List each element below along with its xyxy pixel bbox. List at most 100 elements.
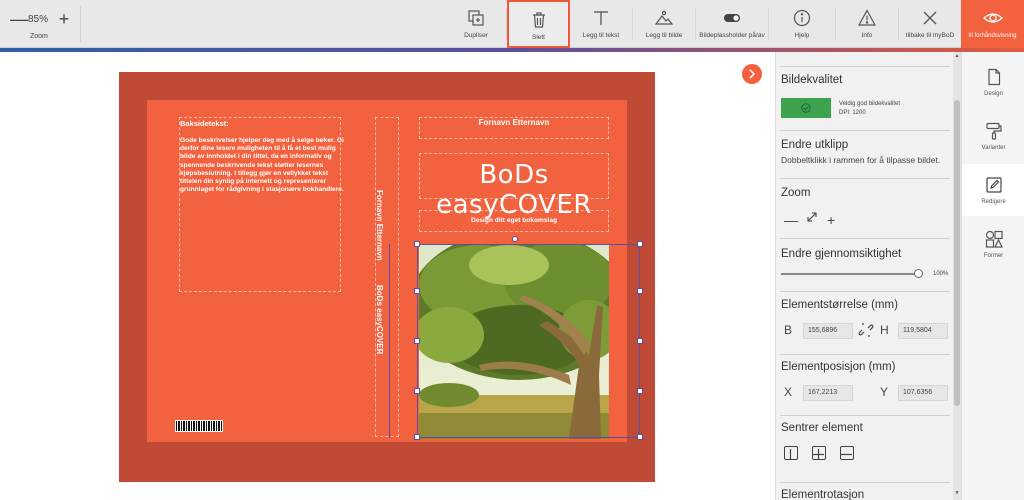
- section-divider: [780, 482, 950, 483]
- image-zoom-in-button[interactable]: +: [827, 212, 835, 228]
- delete-label: Slett: [531, 34, 545, 41]
- width-label: B: [784, 323, 793, 337]
- nav-variants[interactable]: Varianter: [962, 110, 1024, 162]
- nav-edit[interactable]: Redigere: [962, 164, 1024, 216]
- right-navigation: Design Varianter Redigere Former: [961, 52, 1024, 500]
- nav-edit-label: Redigere: [981, 199, 1006, 205]
- opacity-value: 100%: [933, 271, 949, 277]
- back-to-mybod-label: tilbake til myBoD: [905, 32, 955, 39]
- toolbar-divider: [80, 6, 81, 42]
- zoom-out-button[interactable]: —: [10, 10, 28, 28]
- back-to-mybod-button[interactable]: tilbake til myBoD: [899, 0, 961, 48]
- trash-icon: [532, 12, 545, 28]
- zoom-in-button[interactable]: +: [56, 10, 72, 28]
- resize-handle[interactable]: [637, 388, 643, 394]
- y-position-field[interactable]: 107,6356: [898, 385, 948, 401]
- image-icon: [655, 10, 673, 25]
- resize-handle[interactable]: [414, 388, 420, 394]
- image-quality-info: Veldig god bildekvalitet DPI: 1200: [839, 100, 900, 118]
- section-divider: [780, 178, 950, 179]
- spine-frame[interactable]: [375, 117, 399, 437]
- warning-icon: [858, 9, 876, 26]
- help-button[interactable]: Hjelp: [769, 0, 835, 48]
- x-label: X: [784, 385, 793, 399]
- front-author[interactable]: Fornavn Etternavn: [419, 118, 609, 127]
- add-text-button[interactable]: Legg til tekst: [570, 0, 632, 48]
- resize-handle[interactable]: [414, 338, 420, 344]
- properties-panel: Bildekvalitet Veldig god bildekvalitet D…: [775, 52, 961, 500]
- spine-title[interactable]: BoDs easyCOVER: [375, 285, 384, 354]
- document-icon: [987, 68, 1000, 86]
- y-label: Y: [880, 385, 889, 399]
- resize-handle[interactable]: [637, 241, 643, 247]
- image-placeholder-label: Bildeplassholder på/av: [699, 32, 765, 39]
- spine-author[interactable]: Fornavn Etternavn: [375, 190, 384, 261]
- front-subtitle[interactable]: Design ditt eget bokomslag: [419, 217, 609, 224]
- resize-handle[interactable]: [637, 338, 643, 344]
- image-placeholder-toggle[interactable]: Bildeplassholder på/av: [696, 0, 768, 48]
- element-rotation-title: Elementrotasjon: [781, 489, 865, 500]
- section-divider: [780, 130, 950, 131]
- duplicate-button[interactable]: Dupliser: [446, 0, 506, 48]
- preview-button[interactable]: til forhåndsvisning: [961, 0, 1024, 48]
- resize-handle[interactable]: [414, 241, 420, 247]
- info-icon: [793, 9, 811, 27]
- selection-box[interactable]: [414, 236, 643, 440]
- crop-note: Dobbeltklikk i rammen for å tilpasse bil…: [781, 155, 941, 165]
- delete-button[interactable]: Slett: [507, 0, 570, 48]
- align-center-both-icon: [813, 449, 824, 460]
- section-divider: [780, 238, 950, 239]
- rotate-handle[interactable]: [512, 236, 518, 242]
- image-quality-dpi: DPI: 1200: [839, 110, 866, 116]
- duplicate-label: Dupliser: [464, 32, 488, 39]
- expand-icon: [807, 212, 817, 222]
- image-zoom-out-button[interactable]: —: [784, 212, 798, 228]
- link-icon[interactable]: [858, 322, 874, 343]
- center-both-button[interactable]: [812, 446, 826, 460]
- book-cover-bleed[interactable]: Baksidetekst: Gode beskrivelser hjelper …: [119, 72, 655, 482]
- image-fit-button[interactable]: [806, 210, 818, 226]
- section-divider: [780, 291, 950, 292]
- panel-scroll-thumb[interactable]: [954, 100, 960, 406]
- panel-scrollbar[interactable]: ▲ ▼: [953, 52, 961, 500]
- top-toolbar: — 85% + Zoom Dupliser Slett Legg til tek…: [0, 0, 1024, 48]
- resize-handle[interactable]: [414, 288, 420, 294]
- add-image-label: Legg til bilde: [645, 32, 683, 39]
- center-horizontal-button[interactable]: [840, 446, 854, 460]
- resize-handle[interactable]: [637, 288, 643, 294]
- image-quality-badge: [781, 98, 831, 118]
- book-cover[interactable]: Baksidetekst: Gode beskrivelser hjelper …: [147, 100, 643, 442]
- back-cover-text[interactable]: Gode beskrivelser hjelper deg med å selg…: [180, 137, 344, 194]
- nav-design[interactable]: Design: [962, 56, 1024, 108]
- back-cover-title[interactable]: Baksidetekst:: [180, 119, 229, 128]
- text-icon: [594, 11, 608, 25]
- opacity-slider[interactable]: [781, 273, 918, 275]
- paint-roller-icon: [985, 122, 1002, 140]
- scroll-up-arrow[interactable]: ▲: [953, 53, 961, 59]
- nav-shapes[interactable]: Former: [962, 218, 1024, 270]
- align-center-vertical-icon: [789, 449, 792, 460]
- nav-design-label: Design: [984, 91, 1003, 97]
- width-field[interactable]: 155,6896: [803, 323, 853, 339]
- section-divider: [780, 66, 950, 67]
- height-field[interactable]: 119,5804: [898, 323, 948, 339]
- duplicate-icon: [468, 10, 484, 26]
- crop-title: Endre utklipp: [781, 139, 849, 151]
- close-icon: [923, 11, 937, 25]
- nav-shapes-label: Former: [983, 253, 1004, 259]
- resize-handle[interactable]: [414, 434, 420, 440]
- shapes-icon: [985, 230, 1003, 248]
- next-page-button[interactable]: [742, 64, 762, 84]
- zoom-control: — 85% + Zoom: [6, 6, 76, 42]
- edit-icon: [985, 177, 1002, 193]
- opacity-title: Endre gjennomsiktighet: [781, 248, 902, 260]
- scroll-down-arrow[interactable]: ▼: [953, 490, 961, 496]
- x-position-field[interactable]: 167,2213: [803, 385, 853, 401]
- editor-canvas[interactable]: Baksidetekst: Gode beskrivelser hjelper …: [0, 52, 775, 500]
- opacity-slider-knob[interactable]: [913, 269, 923, 278]
- info-button[interactable]: Info: [836, 0, 898, 48]
- center-vertical-button[interactable]: [784, 446, 798, 460]
- add-image-button[interactable]: Legg til bilde: [633, 0, 695, 48]
- section-divider: [780, 415, 950, 416]
- resize-handle[interactable]: [637, 434, 643, 440]
